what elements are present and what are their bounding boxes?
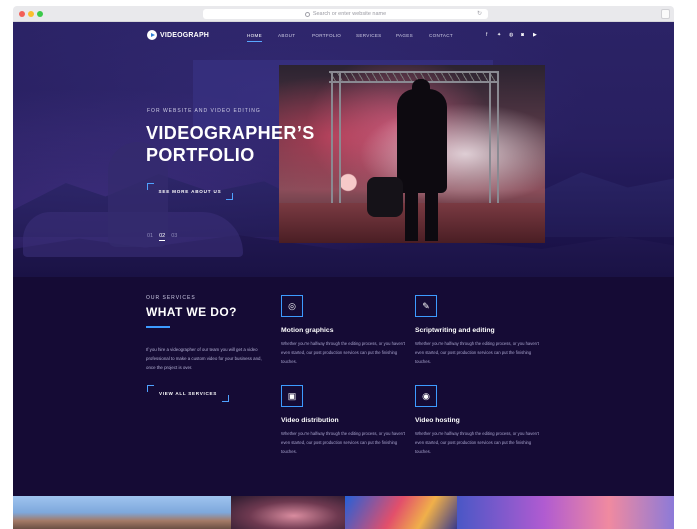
stage-truss-right <box>489 71 499 211</box>
main-navigation: VIDEOGRAPH HOME ABOUT PORTFOLIO SERVICES… <box>13 22 674 48</box>
view-all-services-button[interactable]: VIEW ALL SERVICES <box>147 385 229 402</box>
website-page: VIDEOGRAPH HOME ABOUT PORTFOLIO SERVICES… <box>13 22 674 529</box>
nav-link-portfolio[interactable]: PORTFOLIO <box>312 33 341 38</box>
hero-title-line2: PORTFOLIO <box>146 145 255 165</box>
nav-link-pages[interactable]: PAGES <box>396 33 413 38</box>
slide-pagination: 01 02 03 <box>147 233 177 241</box>
service-card-video-hosting[interactable]: ◉ Video hosting Whether you’re halfway t… <box>415 385 543 456</box>
logo-text: VIDEOGRAPH <box>160 31 210 39</box>
hero-kicker: FOR WEBSITE AND VIDEO EDITING <box>147 108 261 114</box>
button-corner-top-left <box>147 385 154 392</box>
service-title: Video distribution <box>281 417 339 424</box>
portfolio-thumbnail-sky[interactable] <box>457 496 674 529</box>
portfolio-strip <box>13 496 674 529</box>
camera-icon: ▣ <box>281 385 303 407</box>
hero-section: VIDEOGRAPH HOME ABOUT PORTFOLIO SERVICES… <box>13 22 674 277</box>
service-description: Whether you’re halfway through the editi… <box>281 431 406 454</box>
reload-icon[interactable]: ↻ <box>477 10 482 17</box>
facebook-icon[interactable]: f <box>486 32 487 38</box>
button-corner-bottom-right <box>226 193 233 200</box>
play-logo-icon <box>147 30 157 40</box>
view-all-services-label: VIEW ALL SERVICES <box>158 391 218 396</box>
heading-underline <box>146 326 170 328</box>
service-card-video-distribution[interactable]: ▣ Video distribution Whether you’re half… <box>281 385 409 456</box>
services-intro: If you hire a videographer of our team y… <box>146 347 262 370</box>
button-corner-top-left <box>147 183 154 190</box>
nav-link-services[interactable]: SERVICES <box>356 33 382 38</box>
service-description: Whether you’re halfway through the editi… <box>415 431 540 454</box>
button-corner-bottom-right <box>222 395 229 402</box>
close-window-button[interactable] <box>19 11 25 17</box>
nav-link-contact[interactable]: CONTACT <box>429 33 453 38</box>
slide-03-button[interactable]: 03 <box>171 233 177 241</box>
cameraman-leg <box>425 185 438 241</box>
nav-link-about[interactable]: ABOUT <box>278 33 295 38</box>
twitter-icon[interactable]: ✦ <box>497 32 501 38</box>
service-title: Scriptwriting and editing <box>415 327 495 334</box>
services-kicker: OUR SERVICES <box>146 295 196 301</box>
address-bar[interactable]: Search or enter website name ↻ <box>203 9 488 19</box>
portfolio-thumbnail-portrait[interactable] <box>231 496 345 529</box>
services-section: OUR SERVICES WHAT WE DO? If you hire a v… <box>13 277 674 499</box>
services-heading: WHAT WE DO? <box>146 305 237 319</box>
cameraman-silhouette <box>397 89 447 193</box>
script-icon: ✎ <box>415 295 437 317</box>
disc-icon: ◉ <box>415 385 437 407</box>
maximize-window-button[interactable] <box>37 11 43 17</box>
portfolio-thumbnail-neon[interactable] <box>345 496 457 529</box>
youtube-icon[interactable]: ▶ <box>533 32 537 38</box>
nav-link-home[interactable]: HOME <box>247 33 262 42</box>
site-logo[interactable]: VIDEOGRAPH <box>147 30 209 40</box>
slide-01-button[interactable]: 01 <box>147 233 153 241</box>
service-title: Motion graphics <box>281 327 334 334</box>
slide-02-button[interactable]: 02 <box>159 233 166 241</box>
portfolio-thumbnail-city[interactable] <box>13 496 231 529</box>
service-description: Whether you’re halfway through the editi… <box>415 341 540 364</box>
see-more-about-us-button[interactable]: SEE MORE ABOUT US <box>147 183 233 200</box>
hero-title-line1: VIDEOGRAPHER’S <box>146 123 315 143</box>
dribbble-icon[interactable]: ◍ <box>509 32 513 38</box>
hero-title: VIDEOGRAPHER’S PORTFOLIO <box>146 122 366 166</box>
target-icon: ◎ <box>281 295 303 317</box>
browser-toolbar: Search or enter website name ↻ <box>13 6 674 22</box>
sidebar-toggle-button[interactable] <box>661 9 670 19</box>
camera-rig <box>367 177 403 217</box>
search-icon <box>304 11 310 17</box>
instagram-icon[interactable]: ◙ <box>521 32 524 38</box>
cameraman-leg <box>405 185 418 241</box>
service-title: Video hosting <box>415 417 460 424</box>
see-more-about-us-label: SEE MORE ABOUT US <box>158 189 222 194</box>
service-card-scriptwriting[interactable]: ✎ Scriptwriting and editing Whether you’… <box>415 295 543 366</box>
minimize-window-button[interactable] <box>28 11 34 17</box>
service-description: Whether you’re halfway through the editi… <box>281 341 406 364</box>
address-bar-placeholder: Search or enter website name <box>312 11 387 17</box>
service-card-motion-graphics[interactable]: ◎ Motion graphics Whether you’re halfway… <box>281 295 409 366</box>
